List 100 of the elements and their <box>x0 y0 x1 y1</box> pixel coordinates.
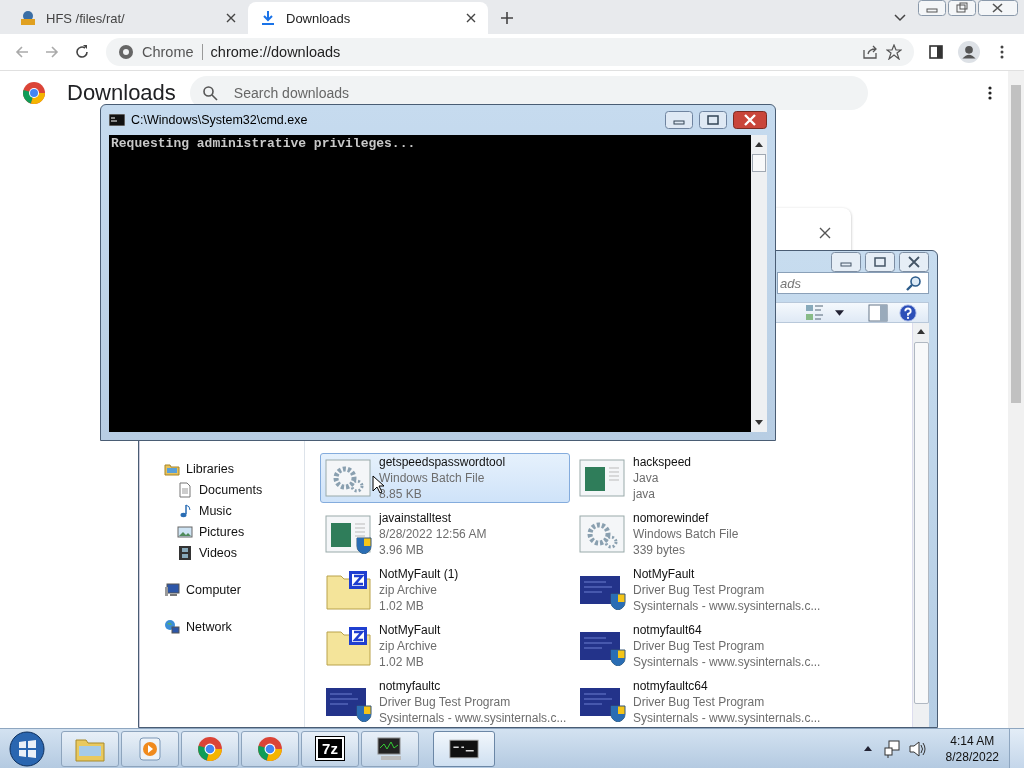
close-icon[interactable] <box>226 13 236 23</box>
file-item[interactable]: NotMyFault zip Archive 1.02 MB <box>320 621 570 671</box>
address-bar[interactable]: Chrome chrome://downloads <box>106 38 914 66</box>
scroll-down-icon[interactable] <box>755 420 763 425</box>
volume-icon[interactable] <box>907 739 926 758</box>
close-icon[interactable] <box>466 13 476 23</box>
browser-icon <box>195 735 225 762</box>
star-icon[interactable] <box>886 44 902 60</box>
browser-icon <box>255 735 285 762</box>
file-item[interactable]: NotMyFault (1) zip Archive 1.02 MB <box>320 565 570 615</box>
file-type: Windows Batch File <box>633 526 739 542</box>
scroll-up-icon[interactable] <box>917 329 925 334</box>
file-type: Driver Bug Test Program <box>379 694 512 710</box>
console-icon <box>109 114 125 126</box>
clock[interactable]: 4:14 AM 8/28/2022 <box>945 732 999 765</box>
taskbar-button[interactable] <box>433 730 495 767</box>
scrollbar[interactable] <box>751 135 767 432</box>
file-name: NotMyFault (1) <box>379 566 459 582</box>
chevron-down-icon[interactable] <box>894 14 906 22</box>
close-icon[interactable] <box>819 227 831 239</box>
browser-tab[interactable]: Downloads <box>248 2 488 34</box>
file-name: nomorewindef <box>633 510 710 526</box>
reload-icon[interactable] <box>74 44 90 60</box>
scroll-up-icon[interactable] <box>755 142 763 147</box>
file-detail: java <box>633 486 656 502</box>
nav-item[interactable]: Pictures <box>164 524 304 540</box>
film-icon <box>177 545 193 561</box>
zip-folder-icon <box>325 626 373 666</box>
file-type: Driver Bug Test Program <box>633 694 766 710</box>
side-panel-icon[interactable] <box>928 44 944 60</box>
file-item[interactable]: notmyfaultc64 Driver Bug Test Program Sysinternals - www.sysinternals.c... <box>574 677 824 727</box>
libraries-icon <box>164 461 180 477</box>
download-icon <box>260 10 276 26</box>
file-detail: Sysinternals - www.sysinternals.c... <box>633 598 821 614</box>
chrome-logo-icon <box>118 44 134 60</box>
archive-logo: 7z <box>316 737 344 760</box>
file-item[interactable]: hackspeed Java java <box>574 453 824 503</box>
taskbar-button[interactable] <box>361 730 419 767</box>
nav-item[interactable]: Network <box>164 619 304 635</box>
file-detail: 3.96 MB <box>379 542 425 558</box>
nav-item[interactable]: Computer <box>164 582 304 598</box>
file-type: Driver Bug Test Program <box>633 582 766 598</box>
nav-item[interactable]: Documents <box>164 482 304 498</box>
file-item[interactable]: javainstalltest 8/28/2022 12:56 AM 3.96 MB <box>320 509 570 559</box>
file-name: javainstalltest <box>379 510 453 526</box>
file-name: NotMyFault <box>633 566 696 582</box>
zip-folder-icon <box>325 570 373 610</box>
caret-icon[interactable] <box>835 309 844 316</box>
nav-item[interactable]: Libraries <box>164 461 304 477</box>
search-icon <box>201 85 218 101</box>
file-detail: Sysinternals - www.sysinternals.c... <box>633 654 821 670</box>
help-icon[interactable] <box>898 303 918 322</box>
close-button[interactable] <box>899 251 929 272</box>
clock-date: 8/28/2022 <box>945 748 999 765</box>
caret-up-icon[interactable] <box>863 746 872 751</box>
chrome-logo <box>22 81 46 105</box>
file-detail: 1.02 MB <box>379 654 425 670</box>
file-name: NotMyFault <box>379 622 441 638</box>
new-tab-icon[interactable] <box>500 11 514 25</box>
minimize-button[interactable] <box>918 0 946 16</box>
file-item[interactable]: notmyfaultc Driver Bug Test Program Sysinternals - www.sysinternals.c... <box>320 677 570 727</box>
share-icon[interactable] <box>862 44 878 60</box>
scroll-thumb[interactable] <box>752 154 766 172</box>
picture-icon <box>177 524 193 540</box>
file-item[interactable]: NotMyFault Driver Bug Test Program Sysinternals - www.sysinternals.c... <box>574 565 824 615</box>
console-text: Requesting administrative privileges... <box>111 136 417 151</box>
close-button[interactable] <box>978 0 1018 16</box>
scrollbar[interactable] <box>912 323 929 727</box>
maximize-button[interactable] <box>865 251 895 272</box>
file-detail: 8.85 KB <box>379 486 423 502</box>
gears-icon <box>579 514 627 554</box>
search-icon <box>906 275 922 292</box>
close-button[interactable] <box>733 111 767 129</box>
file-item[interactable]: notmyfault64 Driver Bug Test Program Sysinternals - www.sysinternals.c... <box>574 621 824 671</box>
nav-item[interactable]: Music <box>164 503 304 519</box>
file-item[interactable]: getspeedspasswordtool Windows Batch File 8.85 KB <box>320 453 570 503</box>
globe-icon <box>164 619 180 635</box>
clock-time: 4:14 AM <box>950 732 995 749</box>
scroll-thumb[interactable] <box>913 342 929 704</box>
profile-icon[interactable] <box>958 41 980 63</box>
url-text: chrome://downloads <box>210 44 341 60</box>
restore-button[interactable] <box>948 0 976 16</box>
file-type: zip Archive <box>379 638 439 654</box>
scrollbar[interactable] <box>1008 71 1024 728</box>
browser-tab[interactable]: HFS /files/rat/ <box>8 2 248 34</box>
window-shield-icon <box>325 514 373 554</box>
search-field[interactable]: ads <box>777 272 929 295</box>
maximize-button[interactable] <box>699 111 727 129</box>
network-icon[interactable] <box>883 739 902 758</box>
start-button[interactable] <box>9 730 45 767</box>
file-detail: Sysinternals - www.sysinternals.c... <box>633 710 821 726</box>
file-item[interactable]: nomorewindef Windows Batch File 339 bytes <box>574 509 824 559</box>
taskbar-button[interactable]: 7z <box>301 730 359 767</box>
file-type: zip Archive <box>379 582 439 598</box>
minimize-button[interactable] <box>665 111 693 129</box>
minimize-button[interactable] <box>831 251 861 272</box>
nav-item[interactable]: Videos <box>164 545 304 561</box>
file-detail: 1.02 MB <box>379 598 425 614</box>
window-title: C:\Windows\System32\cmd.exe <box>131 113 308 127</box>
page-title: Downloads <box>67 82 176 104</box>
